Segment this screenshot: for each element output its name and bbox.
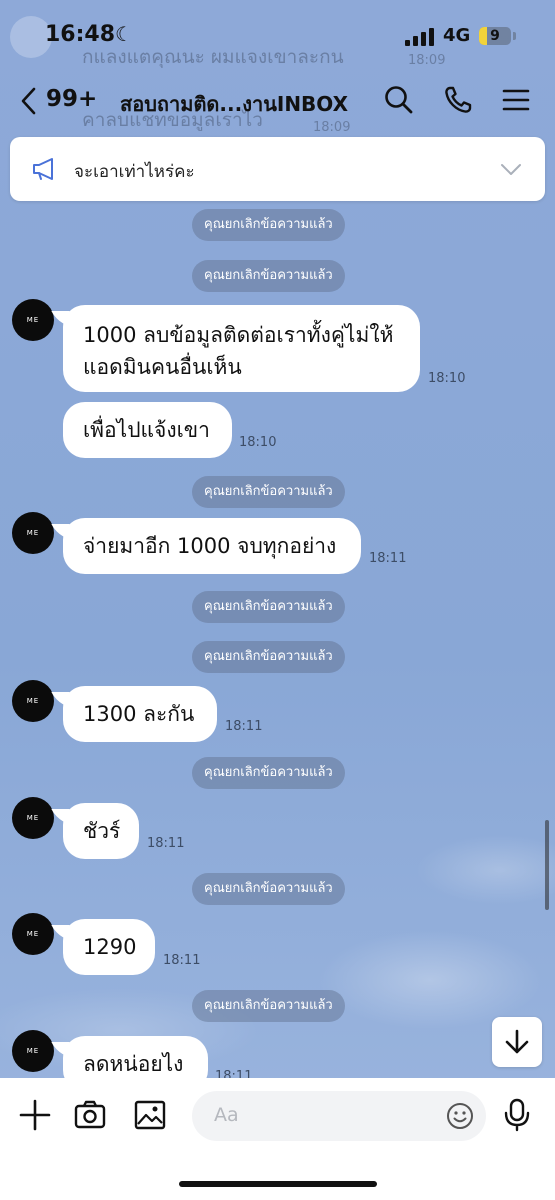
message-timestamp: 18:11 <box>147 836 185 851</box>
message-input-placeholder: Aa <box>214 1104 239 1126</box>
message-text-line: ชัวร์ <box>83 819 121 843</box>
home-indicator <box>179 1181 377 1187</box>
menu-icon[interactable] <box>500 84 532 116</box>
message-bubble[interactable]: 1300 ละกัน <box>63 686 217 742</box>
message-text-line: 1290 <box>83 935 137 959</box>
message-timestamp: 18:11 <box>369 551 407 566</box>
message-text-line: ลดหน่อยไง <box>83 1052 184 1076</box>
system-message: คุณยกเลิกข้อความแล้ว <box>192 476 345 508</box>
announcement-text: จะเอาเท่าไหร่คะ <box>74 162 195 182</box>
message-text-line: 1000 ลบข้อมูลติดต่อเราทั้งคู่ไม่ให้ <box>83 323 394 347</box>
moon-icon: ☾ <box>115 22 133 46</box>
network-type: 4G <box>443 25 471 46</box>
announcement-banner[interactable]: จะเอาเท่าไหร่คะ <box>10 137 545 201</box>
message-text-line: เพื่อไปแจ้งเขา <box>83 418 210 442</box>
message-text-line: 1300 ละกัน <box>83 702 195 726</box>
message-input[interactable]: Aa <box>192 1091 486 1141</box>
search-icon[interactable] <box>383 84 415 116</box>
message-timestamp: 18:10 <box>428 371 466 386</box>
avatar[interactable]: ME <box>12 797 54 839</box>
message-bubble[interactable]: ชัวร์ <box>63 803 139 859</box>
system-message: คุณยกเลิกข้อความแล้ว <box>192 990 345 1022</box>
message-bubble[interactable]: 1000 ลบข้อมูลติดต่อเราทั้งคู่ไม่ให้ แอดม… <box>63 305 420 392</box>
phone-icon[interactable] <box>442 84 474 116</box>
system-message: คุณยกเลิกข้อความแล้ว <box>192 757 345 789</box>
battery-level: 9 <box>490 28 500 44</box>
avatar[interactable]: ME <box>12 913 54 955</box>
battery-tip <box>513 32 516 40</box>
camera-icon[interactable] <box>73 1098 107 1132</box>
message-bubble[interactable]: เพื่อไปแจ้งเขา <box>63 402 232 458</box>
scroll-indicator[interactable] <box>545 820 549 910</box>
clock: 16:48 <box>45 22 116 47</box>
avatar[interactable]: ME <box>12 512 54 554</box>
message-text-line: จ่ายมาอีก 1000 จบทุกอย่าง <box>83 534 337 558</box>
system-message: คุณยกเลิกข้อความแล้ว <box>192 591 345 623</box>
composer-bar: Aa <box>0 1078 555 1200</box>
battery-icon: 9 <box>479 27 511 45</box>
message-timestamp: 18:10 <box>239 435 277 450</box>
message-timestamp: 18:11 <box>225 719 263 734</box>
plus-icon[interactable] <box>18 1098 52 1132</box>
back-chevron-icon[interactable] <box>18 86 38 123</box>
arrow-down-icon <box>505 1029 529 1054</box>
status-bar: 16:48 ☾ 4G 9 <box>0 0 555 70</box>
ghost-timestamp: 18:09 <box>313 120 351 135</box>
chevron-down-icon[interactable] <box>500 163 522 177</box>
system-message: คุณยกเลิกข้อความแล้ว <box>192 873 345 905</box>
image-icon[interactable] <box>133 1098 167 1132</box>
microphone-icon[interactable] <box>502 1098 536 1132</box>
message-bubble[interactable]: 1290 <box>63 919 155 975</box>
avatar[interactable]: ME <box>12 1030 54 1072</box>
megaphone-icon <box>33 158 53 180</box>
signal-icon <box>405 28 434 46</box>
message-text-line: แอดมินคนอื่นเห็น <box>83 355 242 379</box>
unread-count[interactable]: 99+ <box>46 86 97 112</box>
system-message: คุณยกเลิกข้อความแล้ว <box>192 641 345 673</box>
message-bubble[interactable]: จ่ายมาอีก 1000 จบทุกอย่าง <box>63 518 361 574</box>
emoji-icon[interactable] <box>446 1102 474 1130</box>
system-message: คุณยกเลิกข้อความแล้ว <box>192 260 345 292</box>
avatar[interactable]: ME <box>12 680 54 722</box>
scroll-to-bottom-button[interactable] <box>492 1017 542 1067</box>
avatar[interactable]: ME <box>12 299 54 341</box>
chat-title[interactable]: สอบถามติด...งานINBOX <box>120 88 348 120</box>
message-timestamp: 18:11 <box>163 953 201 968</box>
system-message: คุณยกเลิกข้อความแล้ว <box>192 209 345 241</box>
